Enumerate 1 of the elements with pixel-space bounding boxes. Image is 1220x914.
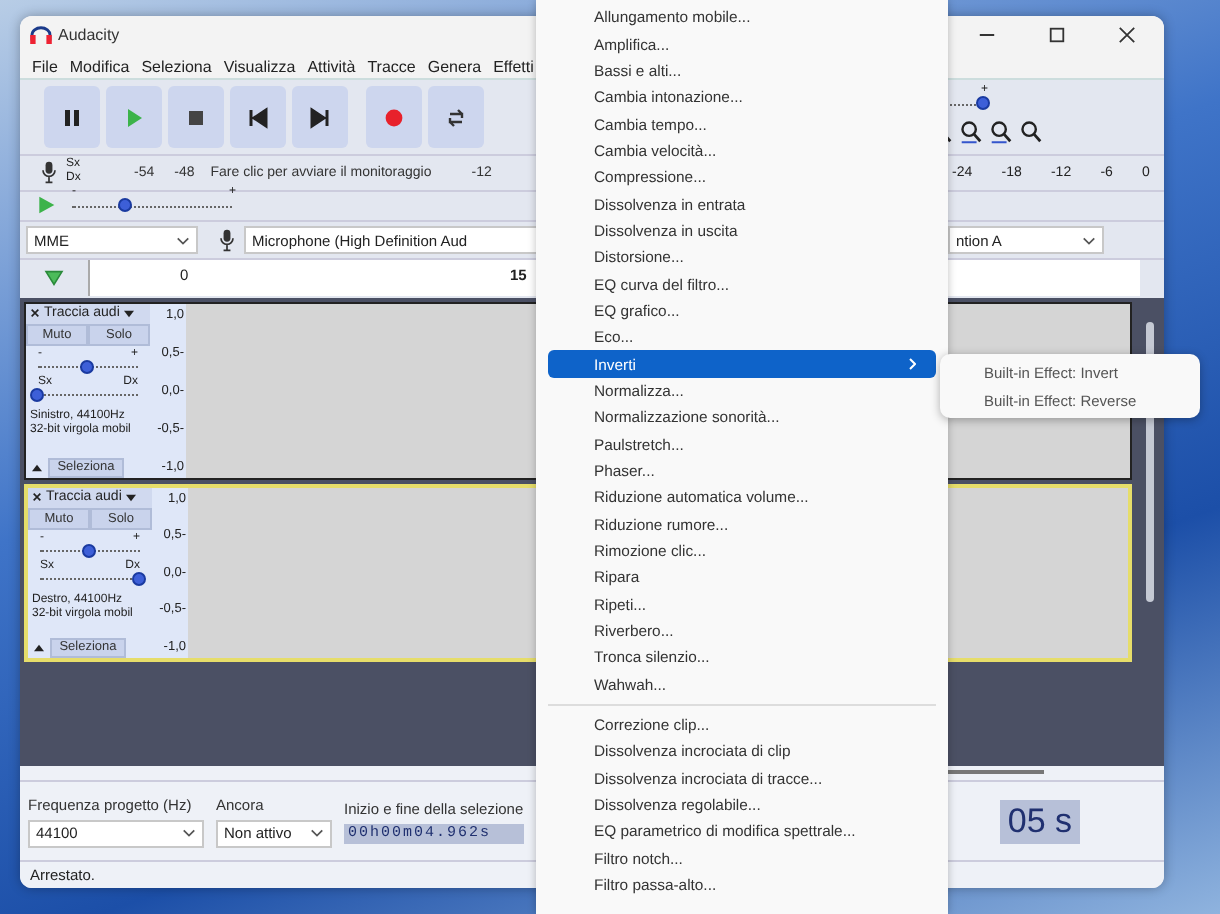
window-title: Audacity: [58, 25, 120, 44]
